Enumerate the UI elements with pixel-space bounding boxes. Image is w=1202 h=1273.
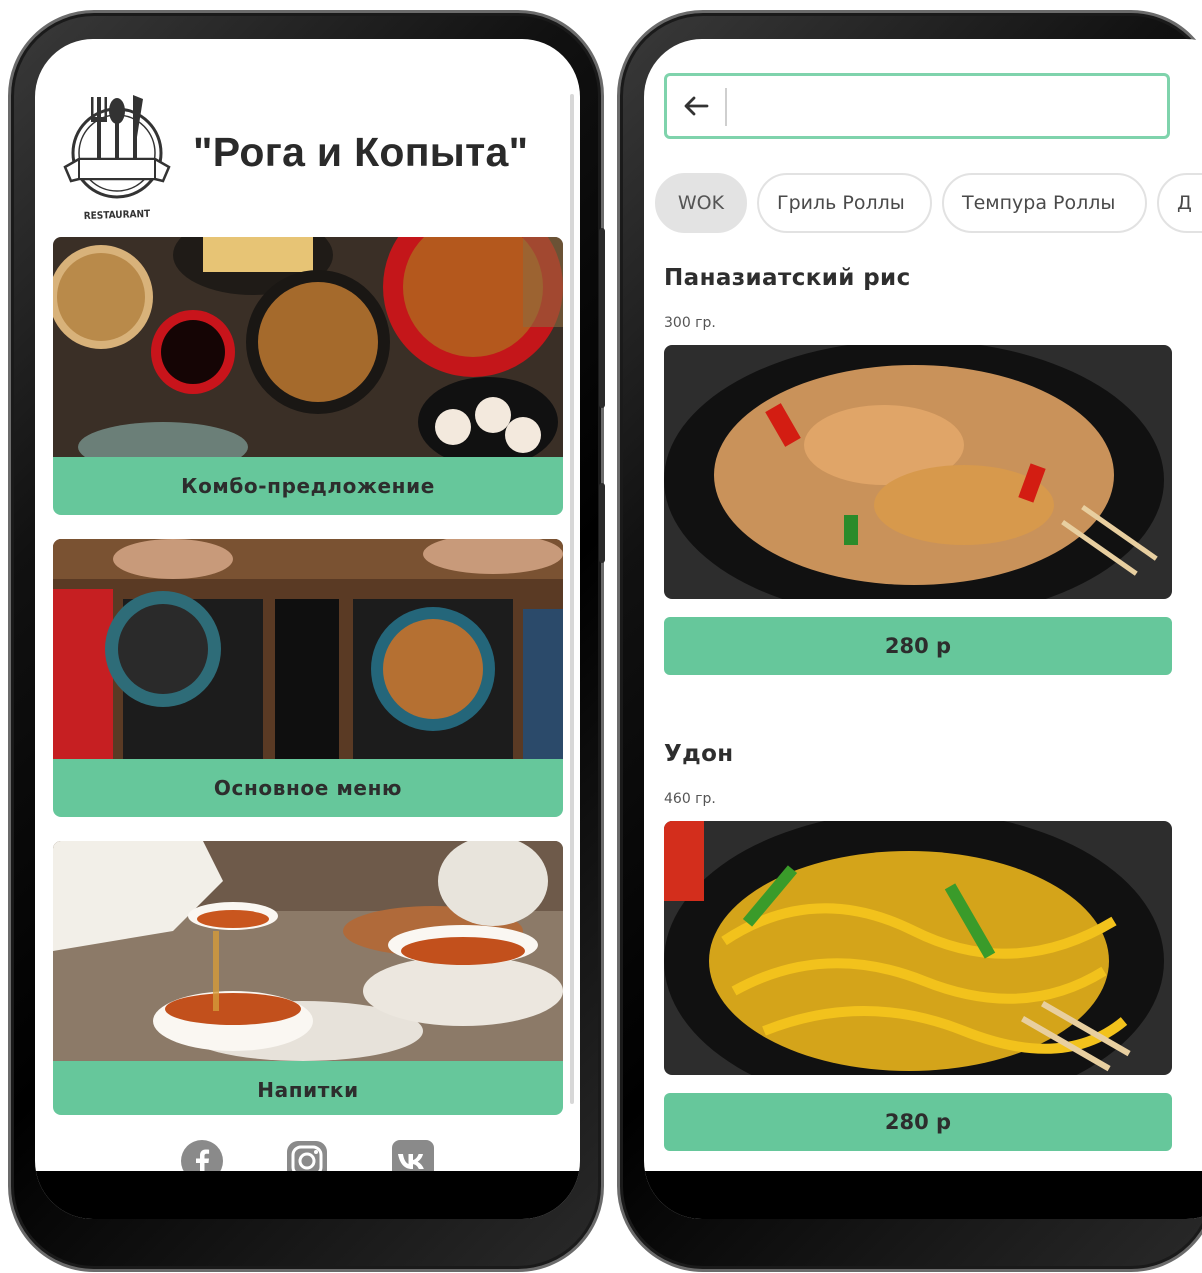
menu-screen: WOK Гриль Роллы Темпура Роллы Д Паназиат… (644, 39, 1202, 1219)
phone-frame-left: RESTAURANT "Рога и Копыта" Комбо-предлож… (8, 10, 605, 1272)
main-menu-image (53, 539, 563, 759)
side-button (599, 483, 605, 563)
drinks-image (53, 841, 563, 1061)
category-card-drinks[interactable]: Напитки (53, 841, 563, 1115)
price-button[interactable]: 280 р (664, 1093, 1172, 1151)
chip-tempura-rolls[interactable]: Темпура Роллы (942, 173, 1147, 233)
dish-weight: 300 гр. (664, 315, 716, 331)
app-title: "Рога и Копыта" (193, 129, 529, 175)
side-button (599, 228, 605, 408)
chip-grill-rolls[interactable]: Гриль Роллы (757, 173, 932, 233)
phone-frame-right: WOK Гриль Роллы Темпура Роллы Д Паназиат… (617, 10, 1202, 1272)
category-label: Напитки (53, 1061, 563, 1115)
search-bar[interactable] (664, 73, 1170, 139)
logo-banner-text: RESTAURANT (83, 208, 151, 223)
chip-wok[interactable]: WOK (655, 173, 747, 233)
screen-bottom-bezel (644, 1171, 1202, 1219)
category-card-combo[interactable]: Комбо-предложение (53, 237, 563, 515)
search-cursor (725, 88, 727, 126)
category-label: Основное меню (53, 759, 563, 817)
search-input[interactable] (737, 86, 1161, 128)
dish-name: Паназиатский рис (664, 265, 911, 291)
chip-partial[interactable]: Д (1157, 173, 1202, 233)
scrollbar[interactable] (570, 94, 574, 1104)
dish-weight: 460 гр. (664, 791, 716, 807)
screen-bottom-bezel (35, 1171, 580, 1219)
home-screen: RESTAURANT "Рога и Копыта" Комбо-предлож… (35, 39, 580, 1219)
price-button[interactable]: 280 р (664, 617, 1172, 675)
header: RESTAURANT "Рога и Копыта" (35, 89, 575, 222)
udon-image (664, 821, 1172, 1075)
dish-name: Удон (664, 741, 734, 767)
category-label: Комбо-предложение (53, 457, 563, 515)
combo-image (53, 237, 563, 457)
back-arrow-icon[interactable] (681, 91, 711, 121)
restaurant-logo (63, 95, 171, 199)
panasian-rice-image (664, 345, 1172, 599)
category-card-main-menu[interactable]: Основное меню (53, 539, 563, 817)
